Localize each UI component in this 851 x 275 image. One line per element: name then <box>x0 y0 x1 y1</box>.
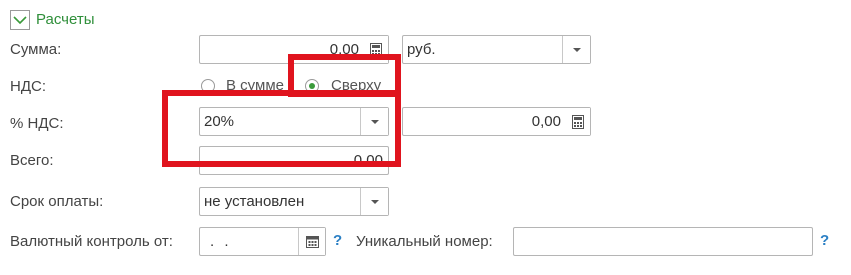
currency-control-label: Валютный контроль от: <box>10 233 173 250</box>
payment-term-select[interactable]: не установлен <box>199 187 389 216</box>
group-title[interactable]: Расчеты <box>36 11 95 29</box>
vat-amount-calculator-button[interactable] <box>566 108 590 135</box>
amount-label: Сумма: <box>10 41 62 58</box>
payment-term-label: Срок оплаты: <box>10 193 104 210</box>
currency-control-date-value: . . <box>210 233 232 250</box>
vat-amount-field[interactable]: 0,00 <box>402 107 591 136</box>
calendar-button[interactable] <box>298 228 325 255</box>
vat-rate-label: % НДС: <box>10 115 64 132</box>
currency-select[interactable]: руб. <box>402 35 591 64</box>
payment-term-value: не установлен <box>204 193 305 210</box>
triangle-down-icon <box>370 199 379 204</box>
unique-number-help-icon[interactable]: ? <box>820 232 829 249</box>
highlight-box-vat-rate <box>162 90 401 167</box>
unique-number-input[interactable] <box>513 227 813 256</box>
currency-control-help-icon[interactable]: ? <box>333 232 342 249</box>
vat-amount-value: 0,00 <box>531 113 561 130</box>
total-label: Всего: <box>10 152 54 169</box>
chevron-down-icon <box>13 16 27 25</box>
currency-value: руб. <box>407 41 436 58</box>
calculator-icon <box>572 114 584 129</box>
currency-dropdown-button[interactable] <box>562 36 590 63</box>
vat-mode-label: НДС: <box>10 78 46 95</box>
calendar-icon <box>305 236 319 248</box>
currency-control-date-field[interactable]: . . <box>199 227 326 256</box>
unique-number-label: Уникальный номер: <box>356 233 493 250</box>
group-toggle[interactable] <box>10 10 30 30</box>
payment-term-dropdown-button[interactable] <box>360 188 388 215</box>
triangle-down-icon <box>572 47 581 52</box>
